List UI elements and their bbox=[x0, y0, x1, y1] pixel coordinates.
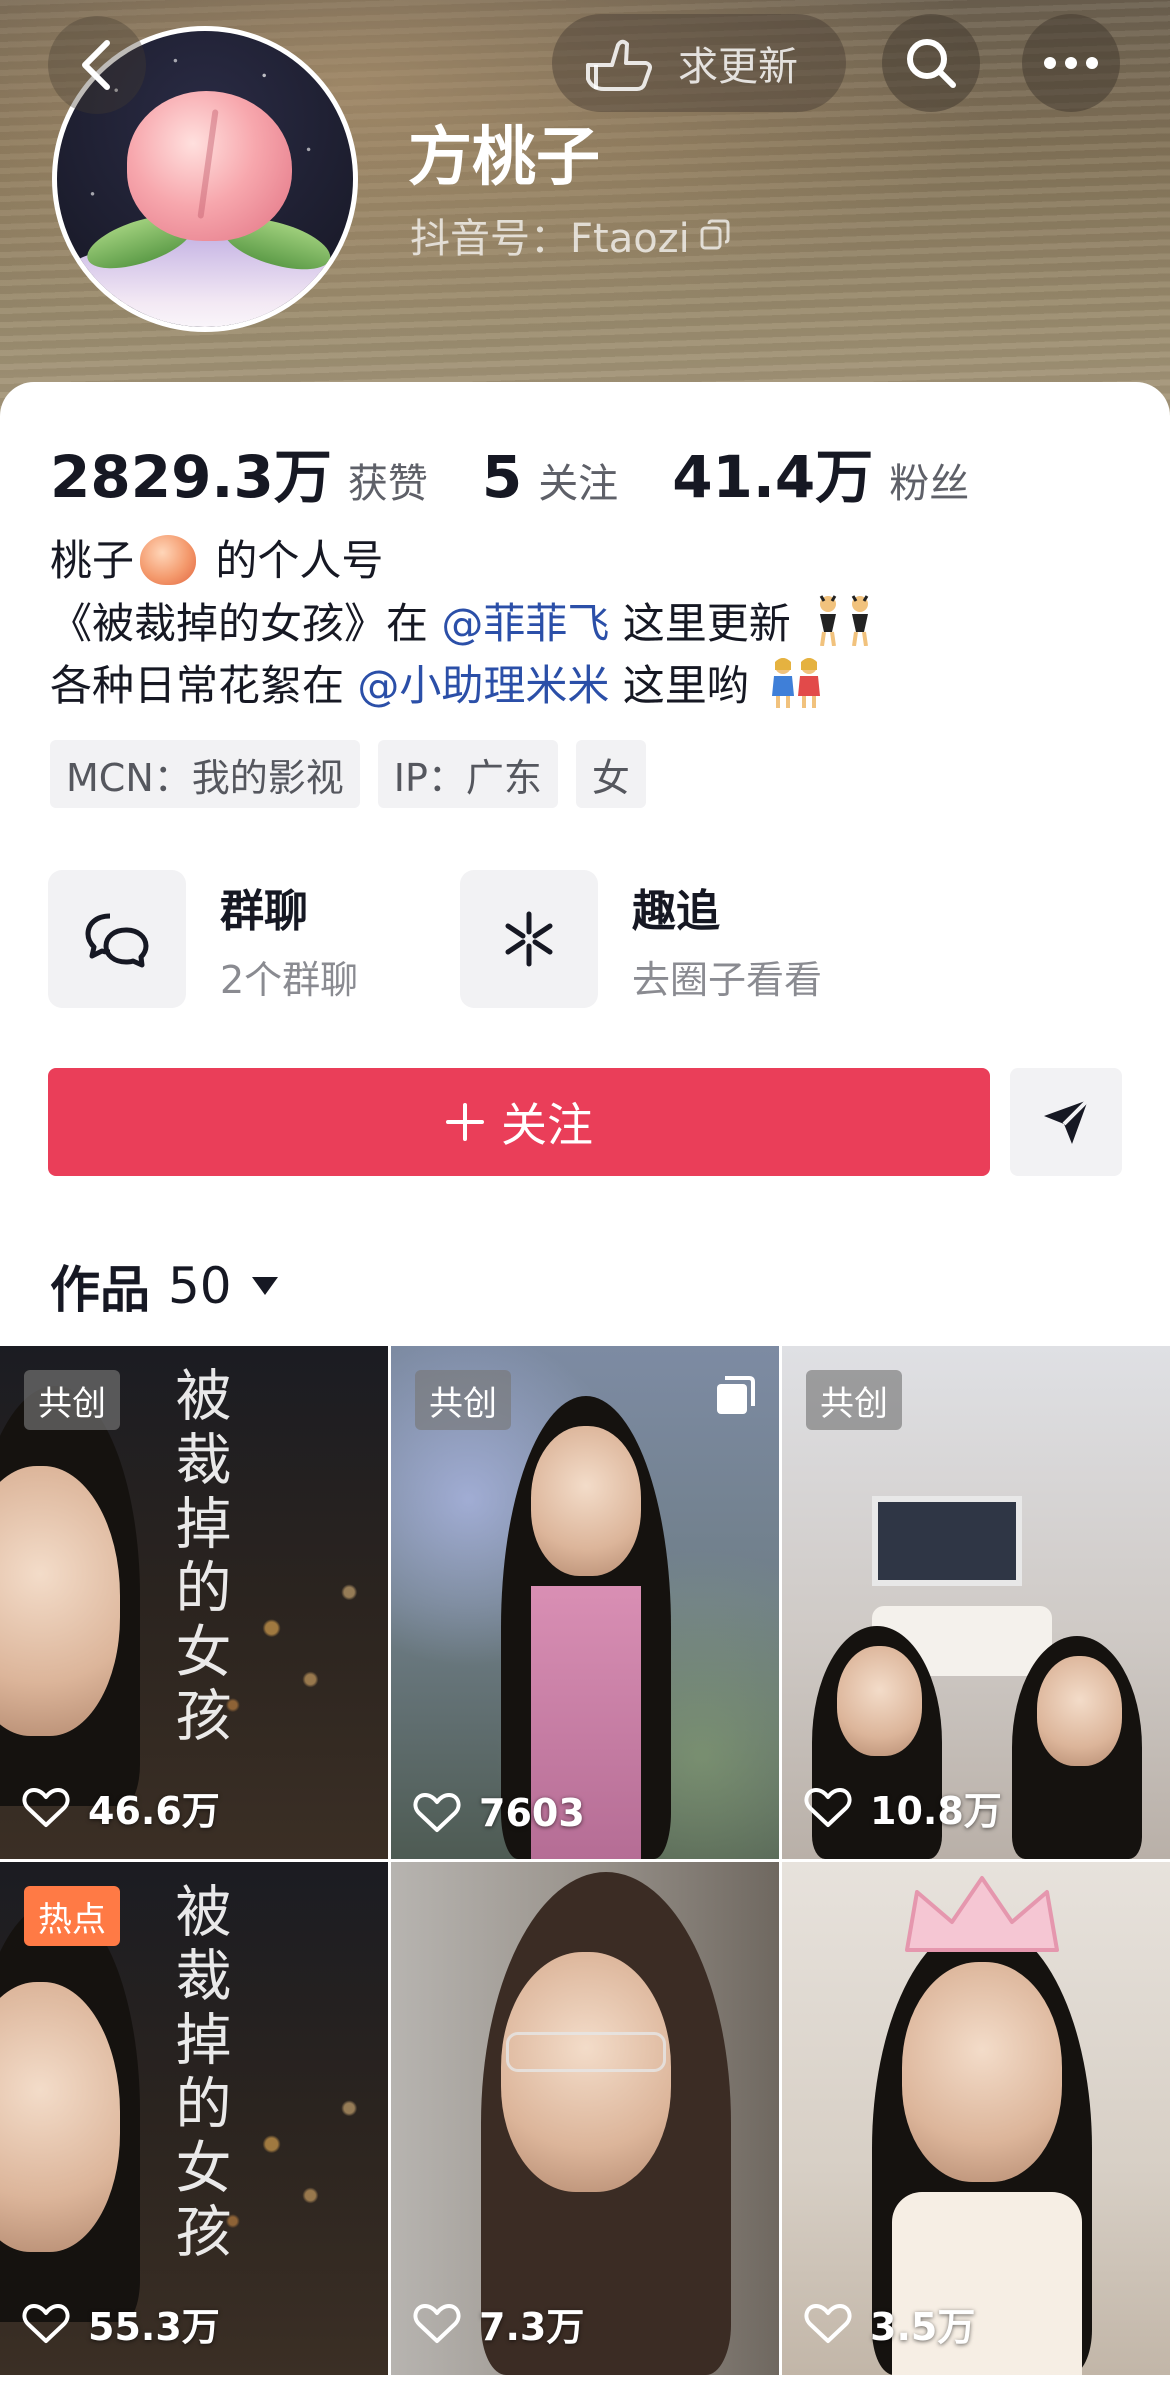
like-count: 7603 bbox=[413, 1791, 585, 1835]
bio-text: 的个人号 bbox=[215, 536, 384, 585]
heart-icon bbox=[413, 1793, 461, 1832]
hand-point-icon bbox=[586, 39, 652, 91]
group-chat-subtitle: 2个群聊 bbox=[220, 957, 359, 1002]
qu-zhui-icon-box bbox=[460, 870, 598, 1008]
video-tile[interactable]: 共创 7603 bbox=[391, 1346, 779, 1859]
follow-button-label: 关注 bbox=[501, 1098, 593, 1152]
cover-glasses bbox=[506, 2032, 666, 2072]
cover-title: 被裁掉的女孩 bbox=[166, 1366, 231, 1750]
cover-face bbox=[501, 1952, 671, 2192]
video-tile[interactable]: 7.3万 bbox=[391, 1862, 779, 2375]
like-count: 10.8万 bbox=[804, 1780, 1002, 1835]
send-message-button[interactable] bbox=[1010, 1068, 1122, 1176]
tag-ip-location: IP：广东 bbox=[377, 740, 558, 808]
followers-label[interactable]: 粉丝 bbox=[889, 451, 969, 509]
tag-gender: 女 bbox=[575, 740, 646, 808]
request-update-button[interactable]: 求更新 bbox=[552, 14, 846, 112]
multi-image-icon bbox=[717, 1376, 755, 1414]
peach-emoji-icon bbox=[140, 535, 197, 585]
cover-title: 被裁掉的女孩 bbox=[166, 1882, 231, 2266]
profile-name: 方桃子 bbox=[408, 121, 600, 195]
bio-line-2: 《被裁掉的女孩》在 @菲菲飞 这里更新 bbox=[50, 592, 880, 654]
like-count-text: 55.3万 bbox=[88, 2305, 220, 2349]
follow-button[interactable]: 关注 bbox=[48, 1068, 990, 1176]
triangle-down-icon bbox=[251, 1277, 278, 1295]
bio: 桃子 的个人号 《被裁掉的女孩》在 @菲菲飞 这里更新 各种日常花絮在 @小助理… bbox=[50, 530, 880, 716]
video-tile[interactable]: 被裁掉的女孩 热点 55.3万 bbox=[0, 1862, 388, 2375]
heart-icon bbox=[22, 2303, 70, 2343]
douyin-id-text: 抖音号：Ftaozi bbox=[410, 216, 690, 262]
profile-tags: MCN：我的影视 IP：广东 女 bbox=[50, 740, 646, 808]
bio-text: 这里哟 bbox=[622, 661, 749, 710]
bio-text: 各种日常花絮在 bbox=[50, 661, 345, 710]
group-chat-entry[interactable]: 群聊 2个群聊 bbox=[48, 870, 358, 1008]
dancers-emoji-icon bbox=[819, 595, 869, 646]
back-button[interactable] bbox=[48, 16, 146, 114]
tag-mcn[interactable]: MCN：我的影视 bbox=[50, 740, 360, 808]
mention-link[interactable]: @菲菲飞 bbox=[441, 599, 609, 648]
like-count: 7.3万 bbox=[413, 2296, 584, 2351]
heart-icon bbox=[413, 2303, 461, 2343]
like-count: 55.3万 bbox=[22, 2296, 220, 2351]
like-count-text: 7603 bbox=[479, 1791, 585, 1835]
heart-icon bbox=[804, 1787, 852, 1827]
cover-face bbox=[902, 1962, 1062, 2182]
group-chat-icon-box bbox=[48, 870, 186, 1008]
co-create-badge: 共创 bbox=[24, 1370, 120, 1430]
two-girls-emoji-icon bbox=[772, 658, 821, 708]
bio-line-3: 各种日常花絮在 @小助理米米 这里哟 bbox=[50, 654, 880, 716]
works-tab[interactable]: 作品 50 bbox=[50, 1250, 280, 1322]
cover-face bbox=[837, 1646, 922, 1756]
co-create-badge: 共创 bbox=[806, 1370, 902, 1430]
send-icon bbox=[1044, 1098, 1090, 1144]
like-count-text: 3.5万 bbox=[870, 2305, 976, 2349]
likes-label: 获赞 bbox=[347, 461, 428, 507]
plus-icon bbox=[446, 1103, 484, 1141]
video-tile[interactable]: 被裁掉的女孩 共创 46.6万 bbox=[0, 1346, 388, 1859]
like-count: 46.6万 bbox=[22, 1780, 220, 1835]
video-tile[interactable]: 3.5万 bbox=[782, 1862, 1170, 2375]
following-label[interactable]: 关注 bbox=[538, 451, 618, 509]
profile-stats: 2829.3万 获赞 5 关注 41.4万 粉丝 bbox=[50, 430, 969, 514]
qu-zhui-title: 趣追 bbox=[632, 885, 720, 937]
like-count-text: 7.3万 bbox=[479, 2305, 585, 2349]
qu-zhui-subtitle: 去圈子看看 bbox=[632, 957, 823, 1002]
crown-icon bbox=[905, 1876, 1059, 1952]
search-icon bbox=[907, 39, 956, 88]
cover-face bbox=[531, 1426, 641, 1576]
bio-text: 《被裁掉的女孩》在 bbox=[50, 599, 429, 648]
like-count-text: 10.8万 bbox=[870, 1789, 1002, 1833]
qu-zhui-entry[interactable]: 趣追 去圈子看看 bbox=[460, 870, 822, 1008]
bio-line-1: 桃子 的个人号 bbox=[50, 530, 880, 592]
back-icon bbox=[82, 40, 110, 90]
cover-wall-picture bbox=[872, 1496, 1022, 1586]
more-button[interactable] bbox=[1022, 14, 1120, 112]
copy-icon[interactable] bbox=[698, 218, 732, 252]
following-count[interactable]: 5 bbox=[482, 443, 522, 511]
douyin-id[interactable]: 抖音号：Ftaozi bbox=[410, 206, 732, 264]
hot-badge: 热点 bbox=[24, 1886, 120, 1946]
works-label: 作品 bbox=[50, 1261, 150, 1319]
like-count: 3.5万 bbox=[804, 2296, 975, 2351]
bio-text: 这里更新 bbox=[622, 599, 791, 648]
heart-icon bbox=[804, 2303, 852, 2343]
like-count-text: 46.6万 bbox=[88, 1789, 220, 1833]
mention-link[interactable]: @小助理米米 bbox=[357, 661, 609, 710]
spark-icon bbox=[505, 911, 553, 967]
followers-count[interactable]: 41.4万 bbox=[672, 430, 873, 514]
bio-text: 桃子 bbox=[50, 536, 135, 585]
likes-count: 2829.3万 bbox=[50, 443, 332, 511]
co-create-badge: 共创 bbox=[415, 1370, 511, 1430]
cover-face bbox=[1037, 1656, 1122, 1766]
video-tile[interactable]: 共创 10.8万 bbox=[782, 1346, 1170, 1859]
heart-icon bbox=[22, 1787, 70, 1827]
search-button[interactable] bbox=[882, 14, 980, 112]
chat-icon bbox=[85, 913, 149, 968]
group-chat-title: 群聊 bbox=[220, 885, 308, 937]
request-update-label: 求更新 bbox=[678, 44, 798, 90]
works-count: 50 bbox=[168, 1257, 232, 1315]
avatar-peach bbox=[127, 91, 292, 241]
more-icon bbox=[1044, 57, 1098, 69]
